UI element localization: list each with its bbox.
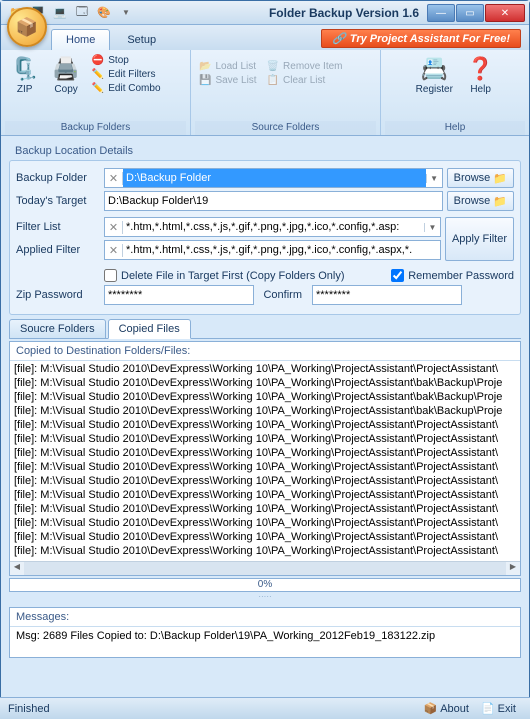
details-title: Backup Location Details bbox=[9, 142, 521, 160]
log-row[interactable]: [file]: M:\Visual Studio 2010\DevExpress… bbox=[12, 404, 518, 418]
maximize-button[interactable]: ▭ bbox=[456, 4, 484, 22]
pencil-icon: ✏️ bbox=[92, 83, 104, 94]
chevron-down-icon[interactable]: ▼ bbox=[426, 174, 442, 183]
qat-icon-5[interactable]: 🎨 bbox=[97, 6, 111, 20]
load-list-button[interactable]: 📂Load List bbox=[195, 60, 261, 73]
log-row[interactable]: [file]: M:\Visual Studio 2010\DevExpress… bbox=[12, 446, 518, 460]
log-body[interactable]: [file]: M:\Visual Studio 2010\DevExpress… bbox=[10, 361, 520, 561]
exit-button[interactable]: 📄Exit bbox=[475, 701, 522, 716]
log-row[interactable]: [file]: M:\Visual Studio 2010\DevExpress… bbox=[12, 390, 518, 404]
register-button[interactable]: 📇Register bbox=[410, 52, 459, 97]
progress-bar: 0% bbox=[9, 578, 521, 592]
resize-grip[interactable]: ····· bbox=[9, 592, 521, 601]
confirm-password-input[interactable] bbox=[313, 286, 461, 304]
statusbar: Finished 📦About 📄Exit bbox=[0, 697, 530, 719]
ribbon-tabs: 📦 Home Setup 🔗 Try Project Assistant For… bbox=[1, 25, 529, 50]
copy-button[interactable]: 🖨️Copy bbox=[46, 52, 85, 97]
folder-icon: 📁 bbox=[493, 172, 507, 185]
tab-source-folders[interactable]: Soucre Folders bbox=[9, 319, 106, 339]
filter-list-label: Filter List bbox=[16, 221, 100, 233]
folder-icon: 📁 bbox=[493, 195, 507, 208]
copy-icon: 🖨️ bbox=[52, 54, 79, 84]
help-icon: ❓ bbox=[467, 54, 494, 84]
messages-text: Msg: 2689 Files Copied to: D:\Backup Fol… bbox=[10, 627, 520, 657]
tab-home[interactable]: Home bbox=[51, 29, 110, 50]
status-text: Finished bbox=[8, 703, 50, 715]
log-row[interactable]: [file]: M:\Visual Studio 2010\DevExpress… bbox=[12, 362, 518, 376]
backup-folder-label: Backup Folder bbox=[16, 172, 100, 184]
filter-list-input[interactable] bbox=[123, 218, 424, 236]
promo-banner[interactable]: 🔗 Try Project Assistant For Free! bbox=[321, 29, 521, 48]
log-row[interactable]: [file]: M:\Visual Studio 2010\DevExpress… bbox=[12, 544, 518, 558]
stop-icon: ⛔ bbox=[92, 55, 104, 66]
zip-password-label: Zip Password bbox=[16, 289, 100, 301]
clear-filter-list-icon[interactable]: ✕ bbox=[105, 221, 123, 234]
log-list: Copied to Destination Folders/Files: [fi… bbox=[9, 341, 521, 576]
delete-first-checkbox[interactable]: Delete File in Target First (Copy Folder… bbox=[104, 269, 345, 282]
zip-button[interactable]: 🗜️ZIP bbox=[5, 52, 44, 97]
edit-filters-button[interactable]: ✏️Edit Filters bbox=[88, 68, 165, 81]
register-icon: 📇 bbox=[421, 54, 448, 84]
horizontal-scrollbar[interactable]: ◀▶ bbox=[10, 561, 520, 575]
pencil-icon: ✏️ bbox=[92, 69, 104, 80]
remember-password-checkbox[interactable]: Remember Password bbox=[391, 269, 514, 282]
messages-header: Messages: bbox=[10, 608, 520, 627]
qat-icon-4[interactable]: 🗔 bbox=[75, 6, 89, 20]
clear-backup-folder-icon[interactable]: ✕ bbox=[105, 172, 123, 185]
log-row[interactable]: [file]: M:\Visual Studio 2010\DevExpress… bbox=[12, 502, 518, 516]
group-label-backup: Backup Folders bbox=[5, 121, 186, 135]
log-row[interactable]: [file]: M:\Visual Studio 2010\DevExpress… bbox=[12, 418, 518, 432]
bottom-tabs: Soucre Folders Copied Files bbox=[9, 319, 521, 339]
log-row[interactable]: [file]: M:\Visual Studio 2010\DevExpress… bbox=[12, 474, 518, 488]
tab-copied-files[interactable]: Copied Files bbox=[108, 319, 191, 339]
target-label: Today's Target bbox=[16, 195, 100, 207]
about-button[interactable]: 📦About bbox=[418, 701, 475, 716]
zip-password-input[interactable] bbox=[105, 286, 253, 304]
app-menu-icon[interactable]: 📦 bbox=[7, 7, 47, 47]
browse-target-button[interactable]: Browse📁 bbox=[447, 191, 514, 211]
log-header: Copied to Destination Folders/Files: bbox=[10, 342, 520, 361]
group-label-source: Source Folders bbox=[195, 121, 376, 135]
qat-icon-3[interactable]: 💻 bbox=[53, 6, 67, 20]
clear-list-button[interactable]: 📋Clear List bbox=[263, 74, 347, 87]
target-input[interactable] bbox=[105, 192, 442, 210]
confirm-label: Confirm bbox=[258, 289, 308, 301]
log-row[interactable]: [file]: M:\Visual Studio 2010\DevExpress… bbox=[12, 488, 518, 502]
backup-folder-input-wrap: ✕ ▼ bbox=[104, 168, 443, 188]
exit-icon: 📄 bbox=[481, 702, 495, 715]
log-row[interactable]: [file]: M:\Visual Studio 2010\DevExpress… bbox=[12, 376, 518, 390]
close-button[interactable]: ✕ bbox=[485, 4, 525, 22]
save-icon: 💾 bbox=[199, 75, 211, 86]
save-list-button[interactable]: 💾Save List bbox=[195, 74, 261, 87]
link-icon: 🔗 bbox=[332, 32, 346, 45]
help-button[interactable]: ❓Help bbox=[461, 52, 500, 97]
stop-button[interactable]: ⛔Stop bbox=[88, 54, 165, 67]
applied-filter-input[interactable] bbox=[123, 241, 440, 259]
log-row[interactable]: [file]: M:\Visual Studio 2010\DevExpress… bbox=[12, 460, 518, 474]
log-row[interactable]: [file]: M:\Visual Studio 2010\DevExpress… bbox=[12, 530, 518, 544]
about-icon: 📦 bbox=[424, 702, 438, 715]
clear-applied-filter-icon[interactable]: ✕ bbox=[105, 244, 123, 257]
browse-backup-button[interactable]: Browse📁 bbox=[447, 168, 514, 188]
ribbon-body: 🗜️ZIP 🖨️Copy ⛔Stop ✏️Edit Filters ✏️Edit… bbox=[1, 50, 529, 136]
backup-folder-input[interactable] bbox=[123, 169, 426, 187]
apply-filter-button[interactable]: Apply Filter bbox=[445, 217, 514, 261]
remove-icon: 🗑️ bbox=[267, 61, 279, 72]
clear-icon: 📋 bbox=[267, 75, 279, 86]
applied-filter-label: Applied Filter bbox=[16, 244, 100, 256]
log-row[interactable]: [file]: M:\Visual Studio 2010\DevExpress… bbox=[12, 432, 518, 446]
chevron-down-icon[interactable]: ▼ bbox=[424, 223, 440, 232]
group-label-help: Help bbox=[385, 121, 525, 135]
details-group: Backup Folder ✕ ▼ Browse📁 Today's Target… bbox=[9, 160, 521, 315]
minimize-button[interactable]: — bbox=[427, 4, 455, 22]
remove-item-button[interactable]: 🗑️Remove Item bbox=[263, 60, 347, 73]
zip-icon: 🗜️ bbox=[11, 54, 38, 84]
messages-box: Messages: Msg: 2689 Files Copied to: D:\… bbox=[9, 607, 521, 658]
qat-dropdown-icon[interactable]: ▼ bbox=[119, 6, 133, 20]
tab-setup[interactable]: Setup bbox=[112, 29, 171, 50]
edit-combo-button[interactable]: ✏️Edit Combo bbox=[88, 82, 165, 95]
log-row[interactable]: [file]: M:\Visual Studio 2010\DevExpress… bbox=[12, 516, 518, 530]
load-icon: 📂 bbox=[199, 61, 211, 72]
